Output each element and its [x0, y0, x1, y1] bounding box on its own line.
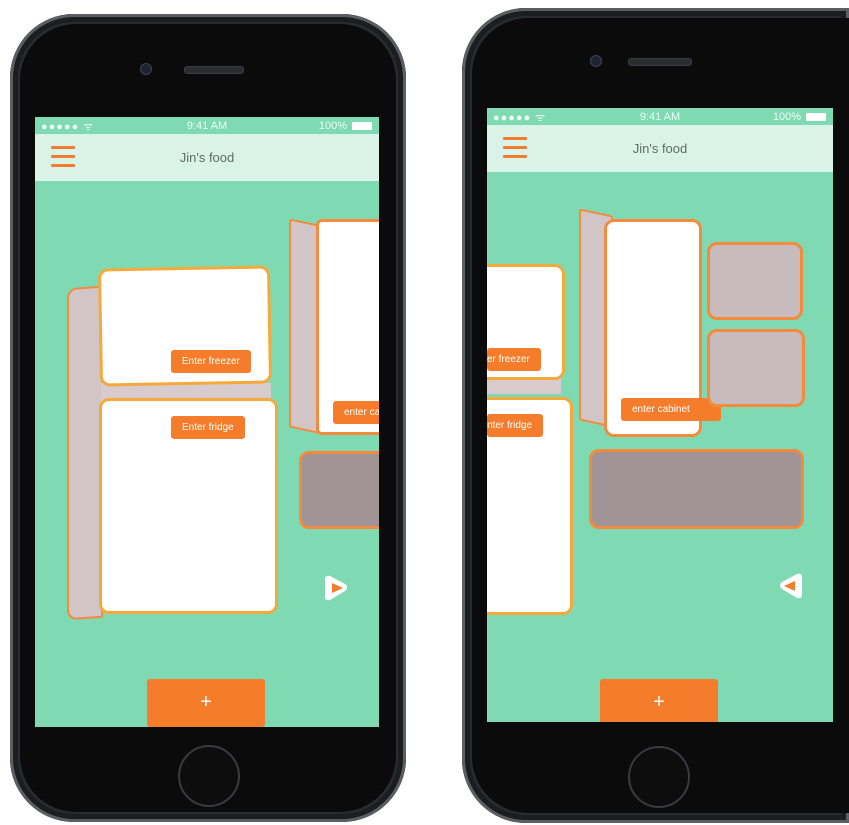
- play-icon[interactable]: [776, 571, 806, 601]
- speaker-grille: [184, 66, 244, 74]
- phone-right: ●●●●● ᯤ 9:41 AM 100% Jin's food er freez…: [462, 8, 849, 823]
- enter-freezer-button[interactable]: er freezer: [487, 348, 541, 371]
- enter-fridge-button[interactable]: Enter fridge: [171, 416, 245, 439]
- storage-slot[interactable]: [589, 449, 804, 529]
- screen: ●●●●● ᯤ 9:41 AM 100% Jin's food Enter fr…: [35, 117, 379, 727]
- battery-icon: [806, 113, 826, 121]
- enter-cabinet-button[interactable]: enter cabinet: [621, 398, 721, 421]
- add-button[interactable]: +: [147, 679, 265, 727]
- page-title: Jin's food: [632, 141, 688, 156]
- storage-slot[interactable]: [707, 242, 803, 320]
- page-title: Jin's food: [179, 150, 235, 165]
- status-bar: ●●●●● ᯤ 9:41 AM 100%: [487, 108, 833, 125]
- speaker-grille: [628, 58, 692, 66]
- screen: ●●●●● ᯤ 9:41 AM 100% Jin's food er freez…: [487, 108, 833, 722]
- add-button[interactable]: +: [600, 679, 718, 722]
- status-bar: ●●●●● ᯤ 9:41 AM 100%: [35, 117, 379, 134]
- fridge-door: [67, 285, 103, 621]
- play-icon[interactable]: [321, 573, 351, 603]
- storage-slot[interactable]: [299, 451, 379, 529]
- phone-left: ●●●●● ᯤ 9:41 AM 100% Jin's food Enter fr…: [10, 14, 406, 822]
- battery-percent: 100%: [772, 111, 801, 123]
- battery-icon: [352, 122, 372, 130]
- enter-cabinet-button[interactable]: enter ca: [333, 401, 379, 424]
- nav-bar: Jin's food: [487, 125, 833, 172]
- front-camera: [140, 63, 152, 75]
- home-button[interactable]: [178, 745, 240, 807]
- storage-slot[interactable]: [707, 329, 805, 407]
- enter-freezer-button[interactable]: Enter freezer: [171, 350, 251, 373]
- home-button[interactable]: [628, 746, 690, 808]
- battery-percent: 100%: [318, 120, 347, 132]
- enter-fridge-button[interactable]: nter fridge: [487, 414, 544, 437]
- nav-bar: Jin's food: [35, 134, 379, 181]
- front-camera: [590, 55, 602, 67]
